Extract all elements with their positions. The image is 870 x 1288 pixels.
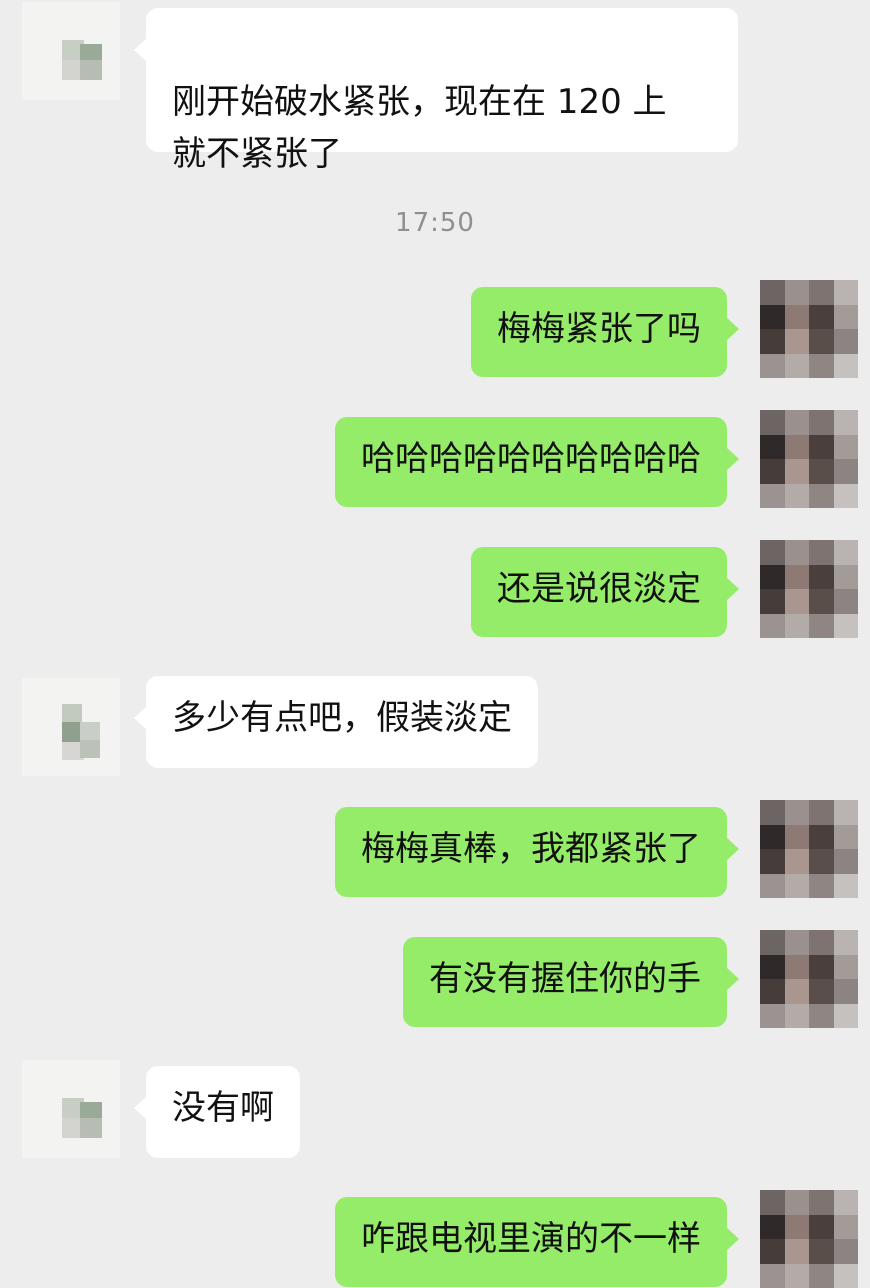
message-text: 有没有握住你的手	[429, 959, 701, 999]
message-text: 刚开始破水紧张，现在在 120 上 就不紧张了	[172, 82, 667, 174]
contact-avatar[interactable]	[22, 1060, 120, 1158]
message-bubble-outgoing[interactable]: 梅梅真棒，我都紧张了	[335, 807, 739, 897]
message-text: 还是说很淡定	[497, 569, 701, 609]
message-bubble-incoming[interactable]: 多少有点吧，假装淡定	[134, 676, 538, 768]
message-text: 哈哈哈哈哈哈哈哈哈哈	[361, 439, 701, 479]
message-text: 梅梅真棒，我都紧张了	[361, 829, 701, 869]
message-bubble-outgoing[interactable]: 哈哈哈哈哈哈哈哈哈哈	[335, 417, 739, 507]
message-bubble-outgoing[interactable]: 还是说很淡定	[471, 547, 739, 637]
contact-avatar[interactable]	[22, 678, 120, 776]
chat-conversation: 刚开始破水紧张，现在在 120 上 就不紧张了 17:50 梅梅紧张了吗 哈哈哈…	[0, 0, 870, 1288]
message-bubble-outgoing[interactable]: 有没有握住你的手	[403, 937, 739, 1027]
message-bubble-outgoing[interactable]: 梅梅紧张了吗	[471, 287, 739, 377]
message-text: 没有啊	[172, 1088, 274, 1128]
message-text: 咋跟电视里演的不一样	[361, 1219, 701, 1259]
message-bubble-incoming[interactable]: 没有啊	[134, 1066, 300, 1158]
my-avatar[interactable]	[760, 280, 858, 378]
contact-avatar[interactable]	[22, 2, 120, 100]
timestamp: 17:50	[395, 208, 475, 238]
my-avatar[interactable]	[760, 800, 858, 898]
message-bubble-incoming[interactable]: 刚开始破水紧张，现在在 120 上 就不紧张了	[134, 8, 738, 174]
message-text: 梅梅紧张了吗	[497, 309, 701, 349]
my-avatar[interactable]	[760, 930, 858, 1028]
my-avatar[interactable]	[760, 1190, 858, 1288]
message-text: 多少有点吧，假装淡定	[172, 698, 512, 738]
my-avatar[interactable]	[760, 540, 858, 638]
message-bubble-outgoing[interactable]: 咋跟电视里演的不一样	[335, 1197, 739, 1287]
my-avatar[interactable]	[760, 410, 858, 508]
